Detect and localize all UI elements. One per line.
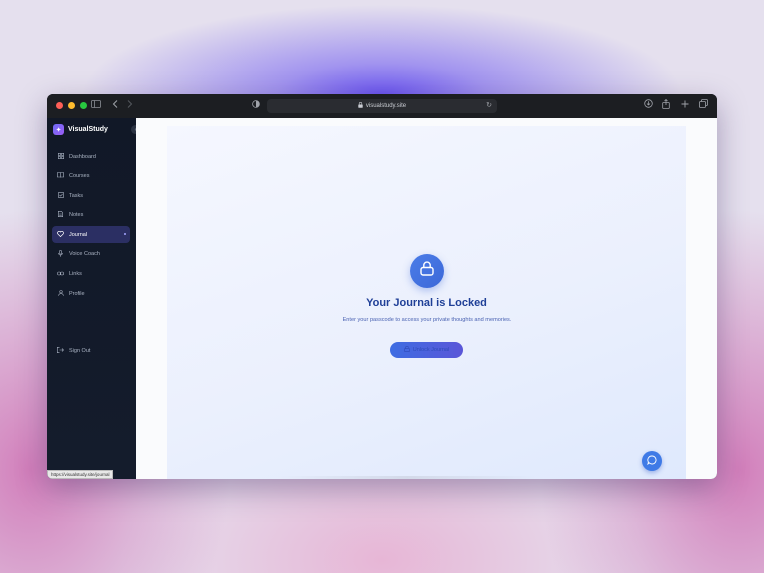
chat-bubble-icon (647, 452, 657, 470)
lock-badge (410, 254, 444, 288)
sidebar-item-label: Journal (69, 231, 88, 238)
document-icon (57, 211, 64, 219)
sparkle-icon: ✦ (53, 124, 64, 135)
brand[interactable]: ✦ VisualStudy (53, 124, 108, 135)
sidebar-item-label: Profile (69, 290, 85, 297)
sign-out-section: Sign Out (52, 342, 130, 362)
app-sidebar: ✦ VisualStudy ‹ Dashboard Courses (47, 118, 140, 479)
unlock-journal-button[interactable]: Unlock Journal (390, 342, 463, 358)
microphone-icon (57, 249, 64, 259)
user-icon (57, 289, 64, 298)
active-indicator (124, 233, 126, 236)
unlock-journal-label: Unlock Journal (412, 347, 450, 353)
address-bar[interactable]: visualstudy.site ↻ (267, 99, 497, 113)
locked-description: Enter your passcode to access your priva… (342, 317, 512, 323)
page-title: Your Journal is Locked (366, 297, 487, 309)
reload-icon[interactable]: ↻ (486, 101, 492, 109)
minimize-window-button[interactable] (68, 102, 75, 109)
back-icon[interactable] (112, 99, 118, 113)
checkbox-icon (57, 191, 64, 200)
sidebar-item-label: Courses (69, 173, 90, 180)
padlock-icon (420, 261, 434, 281)
sign-out-button[interactable]: Sign Out (52, 342, 130, 359)
address-bar-url: visualstudy.site (365, 103, 407, 109)
book-icon (57, 172, 64, 180)
sidebar-item-label: Tasks (69, 192, 84, 199)
sidebar-item-dashboard[interactable]: Dashboard (52, 148, 130, 165)
sidebar-item-courses[interactable]: Courses (52, 168, 130, 185)
sign-out-label: Sign Out (69, 347, 91, 354)
sidebar-item-label: Notes (69, 212, 84, 219)
download-icon[interactable] (644, 99, 653, 113)
browser-window: visualstudy.site ↻ ✦ VisualStudy ‹ Das (47, 94, 717, 479)
main-content: Your Journal is Locked Enter your passco… (136, 118, 717, 479)
browser-titlebar: visualstudy.site ↻ (47, 94, 717, 118)
heart-icon (57, 230, 64, 239)
sidebar-item-voice-coach[interactable]: Voice Coach (52, 246, 130, 263)
new-tab-icon[interactable] (681, 99, 689, 113)
sidebar-item-journal[interactable]: Journal (52, 226, 130, 244)
link-icon (57, 271, 65, 278)
unlock-icon (403, 345, 410, 354)
share-icon[interactable] (662, 98, 670, 114)
sidebar-item-label: Voice Coach (69, 251, 100, 258)
sidebar-item-tasks[interactable]: Tasks (52, 187, 130, 204)
lock-icon (358, 102, 363, 110)
maximize-window-button[interactable] (80, 102, 87, 109)
chat-assistant-button[interactable] (642, 451, 662, 471)
close-window-button[interactable] (56, 102, 63, 109)
panel-footer-shadow (277, 476, 537, 479)
sidebar-item-label: Dashboard (69, 153, 96, 160)
window-controls (56, 102, 87, 109)
grid-icon (57, 152, 64, 161)
brand-name: VisualStudy (68, 126, 108, 133)
privacy-shield-icon[interactable] (252, 99, 260, 113)
forward-icon[interactable] (127, 99, 133, 113)
logout-icon (57, 346, 64, 355)
sidebar-toggle-icon[interactable] (91, 99, 101, 113)
journal-locked-panel: Your Journal is Locked Enter your passco… (167, 126, 686, 479)
sidebar-item-links[interactable]: Links (52, 266, 130, 283)
sidebar-item-profile[interactable]: Profile (52, 285, 130, 302)
sidebar-item-label: Links (69, 271, 82, 278)
tab-overview-icon[interactable] (699, 99, 708, 113)
status-bar-url: https://visualstudy.site/journal (47, 470, 114, 479)
sidebar-nav: Dashboard Courses Tasks Notes Journal Vo… (52, 148, 130, 305)
sidebar-item-notes[interactable]: Notes (52, 207, 130, 224)
